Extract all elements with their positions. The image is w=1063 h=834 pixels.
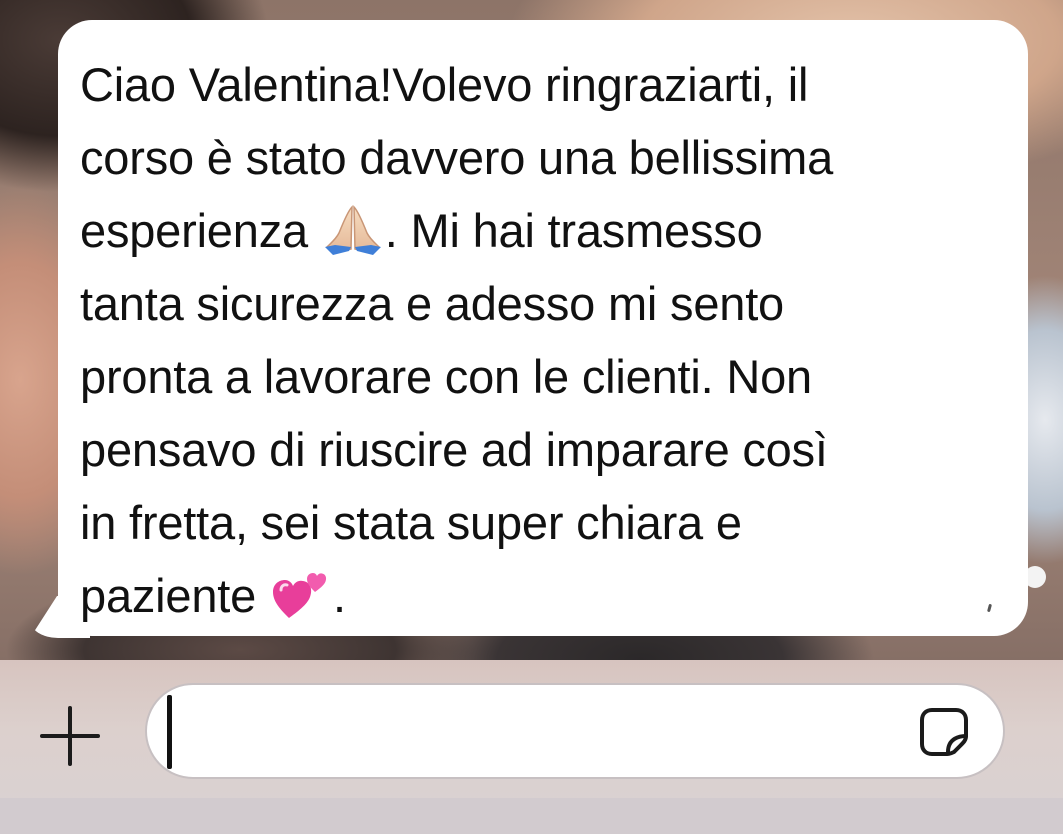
message-line-6: pensavo di riuscire ad imparare così xyxy=(80,423,828,476)
text-caret xyxy=(167,695,172,769)
message-line-3a: esperienza xyxy=(80,204,308,257)
sticker-icon[interactable] xyxy=(918,706,970,758)
input-bar-bottom-strip xyxy=(0,798,1063,834)
message-line-5: pronta a lavorare con le clienti. Non xyxy=(80,350,812,403)
message-line-2: corso è stato davvero una bellissima xyxy=(80,131,834,184)
message-text: Ciao Valentina!Volevo ringraziarti, il c… xyxy=(80,48,1008,632)
chat-screen: Ciao Valentina!Volevo ringraziarti, il c… xyxy=(0,0,1063,834)
two-hearts-emoji-icon xyxy=(272,573,327,618)
folded-hands-emoji-icon xyxy=(324,205,381,255)
message-line-1: Ciao Valentina!Volevo ringraziarti, il xyxy=(80,58,809,111)
message-input[interactable] xyxy=(145,683,1005,779)
plus-icon[interactable] xyxy=(36,702,104,770)
message-line-8a: paziente xyxy=(80,569,257,622)
message-line-8b: . xyxy=(332,569,346,622)
message-line-7: in fretta, sei stata super chiara e xyxy=(80,496,742,549)
message-line-4: tanta sicurezza e adesso mi sento xyxy=(80,277,784,330)
message-bubble[interactable]: Ciao Valentina!Volevo ringraziarti, il c… xyxy=(58,20,1028,636)
message-line-3b: . Mi hai trasmesso xyxy=(384,204,763,257)
